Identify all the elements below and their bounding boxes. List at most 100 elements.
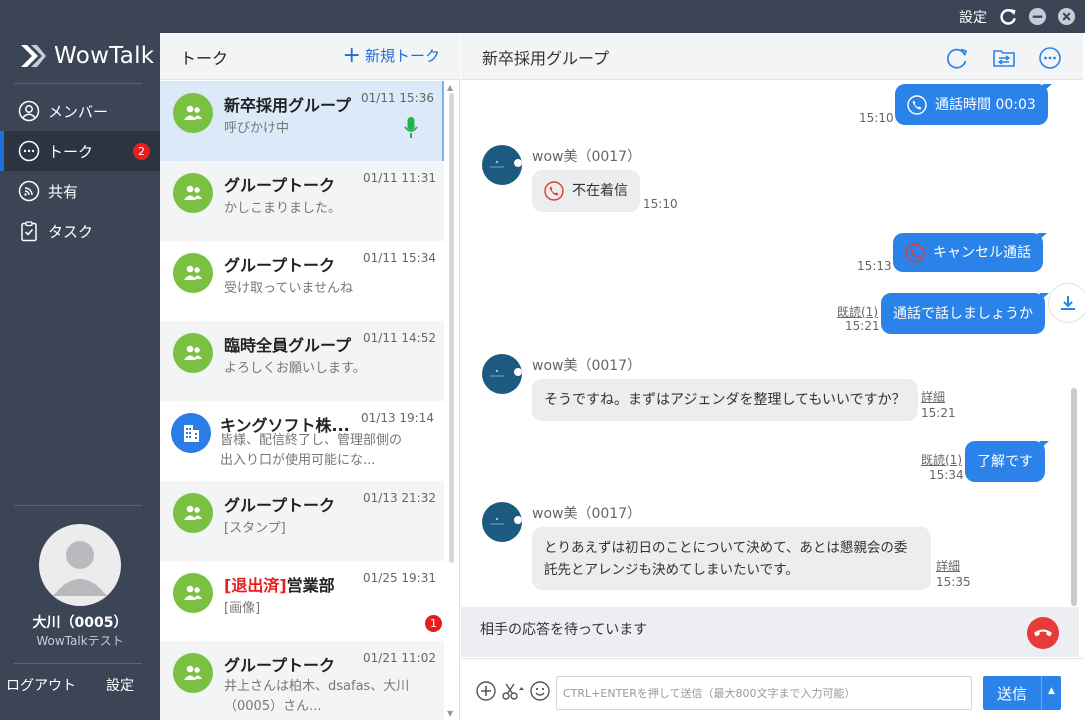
list-scrollbar[interactable] <box>449 93 454 563</box>
close-icon[interactable] <box>1057 7 1076 26</box>
refresh-icon[interactable] <box>999 7 1018 26</box>
message-bubble-outgoing[interactable]: 通話で話しましょうか <box>881 293 1049 334</box>
conversation-preview: 受け取っていませんね <box>224 281 353 296</box>
minimize-icon[interactable] <box>1028 7 1047 26</box>
conversation-preview: 呼びかけ中 <box>224 121 290 136</box>
list-header: トーク + 新規トーク <box>160 33 460 80</box>
clipboard-icon <box>21 221 37 242</box>
emoji-icon[interactable] <box>530 681 550 701</box>
conversation-time: 01/11 11:31 <box>363 171 436 185</box>
message-text: 通話時間 00:03 <box>935 96 1036 113</box>
conversation-preview: 皆様、配信終了し、管理部側の出入り口が使用可能にな... <box>220 433 403 468</box>
conversation-preview: かしこまりました。 <box>224 201 342 216</box>
download-icon <box>1061 296 1075 310</box>
conversation-time: 01/11 14:52 <box>363 331 436 345</box>
sidebar-item-talk[interactable]: トーク 2 <box>0 131 160 171</box>
new-talk-button[interactable]: + 新規トーク <box>343 44 440 66</box>
conversation-item[interactable]: グループトーク 01/21 11:02 井上さんは柏木、dsafas、大川（00… <box>160 641 444 720</box>
more-icon[interactable] <box>1038 46 1062 70</box>
title-bar: 設定 <box>0 0 1085 33</box>
conversation-item[interactable]: キングソフト株... 01/13 19:14 皆様、配信終了し、管理部側の出入り… <box>160 401 444 481</box>
refresh-icon[interactable] <box>945 46 969 70</box>
scroll-up-arrow[interactable]: ▲ <box>447 83 453 92</box>
message-bubble-incoming[interactable]: 不在着信 <box>532 170 640 212</box>
chat-bubble-icon <box>18 140 40 162</box>
conversation-item[interactable]: グループトーク 01/11 15:34 受け取っていませんね <box>160 241 444 321</box>
chat-panel: 新卒採用グループ 通話時間 00:03 15:10 wow美（0017） 不在着… <box>461 33 1085 720</box>
conversation-name: 新卒採用グループ <box>224 96 352 115</box>
message-text: とりあえずは初日のことについて決めて、あとは懇親会の委託先とアレンジも決めてしま… <box>544 539 908 578</box>
send-options-button[interactable]: ▲ <box>1041 676 1061 710</box>
scissors-icon[interactable] <box>501 681 525 701</box>
conversation-name: [退出済]営業部 <box>224 572 359 596</box>
person-icon <box>18 100 40 122</box>
send-button[interactable]: 送信 <box>983 676 1041 710</box>
conversation-item[interactable]: グループトーク 01/11 11:31 かしこまりました。 <box>160 161 444 241</box>
group-icon <box>173 493 213 533</box>
message-bubble-incoming[interactable]: とりあえずは初日のことについて決めて、あとは懇親会の委託先とアレンジも決めてしま… <box>532 527 931 590</box>
unread-badge: 2 <box>133 143 150 160</box>
conversation-item[interactable]: 臨時全員グループ 01/11 14:52 よろしくお願いします。 <box>160 321 444 401</box>
conversation-time: 01/11 15:34 <box>363 251 436 265</box>
sidebar-item-label: タスク <box>48 222 94 241</box>
microphone-icon <box>404 117 418 138</box>
conversation-name: グループトーク <box>224 176 336 195</box>
conversation-list-panel: トーク + 新規トーク 新卒採用グループ 01/11 15:36 呼びかけ中 グ… <box>160 33 460 720</box>
avatar[interactable] <box>482 354 522 394</box>
message-time: 15:13 <box>857 259 892 273</box>
sidebar-item-members[interactable]: メンバー <box>0 91 160 131</box>
logout-link[interactable]: ログアウト <box>6 675 76 695</box>
download-button[interactable] <box>1048 283 1085 323</box>
conversation-name: 臨時全員グループ <box>224 336 352 355</box>
profile-org: WowTalkテスト <box>36 634 124 648</box>
message-bubble-outgoing[interactable]: キャンセル通話 <box>893 233 1047 272</box>
detail-link[interactable]: 詳細 <box>936 557 960 574</box>
message-time: 15:34 <box>929 468 964 482</box>
message-bubble-outgoing[interactable]: 了解です <box>965 441 1049 482</box>
avatar[interactable] <box>482 145 522 185</box>
sender-name: wow美（0017） <box>532 506 642 522</box>
divider <box>14 505 142 506</box>
add-icon[interactable] <box>476 681 496 701</box>
message-time: 15:21 <box>921 406 956 420</box>
share-icon <box>18 180 40 202</box>
conversation-item[interactable]: グループトーク 01/13 21:32 [スタンプ] <box>160 481 444 561</box>
group-icon <box>173 333 213 373</box>
group-icon <box>173 573 213 613</box>
message-input[interactable] <box>556 676 972 710</box>
message-input-bar: 送信 ▲ <box>461 658 1083 720</box>
transfer-icon[interactable] <box>992 46 1016 70</box>
read-receipt[interactable]: 既読(1) <box>837 303 878 320</box>
scroll-down-arrow[interactable]: ▼ <box>447 709 453 718</box>
settings-link[interactable]: 設定 <box>106 675 134 695</box>
cancel-call-icon <box>905 242 925 263</box>
avatar[interactable] <box>39 524 121 606</box>
group-icon <box>173 93 213 133</box>
app-logo: WowTalk <box>20 41 154 71</box>
group-icon <box>173 253 213 293</box>
conversation-preview: よろしくお願いします。 <box>224 361 366 376</box>
conversation-time: 01/13 19:14 <box>361 411 434 425</box>
message-bubble-outgoing[interactable]: 通話時間 00:03 <box>895 84 1052 125</box>
detail-link[interactable]: 詳細 <box>921 388 945 405</box>
conversation-item[interactable]: 新卒採用グループ 01/11 15:36 呼びかけ中 <box>160 81 444 161</box>
sidebar-item-share[interactable]: 共有 <box>0 171 160 211</box>
conversation-name: グループトーク <box>224 656 336 675</box>
sidebar-item-label: 共有 <box>48 182 79 201</box>
conversation-time: 01/25 19:31 <box>363 571 436 585</box>
sidebar: WowTalk メンバー トーク 2 共有 タスク 大川（0005） WowTa… <box>0 33 160 720</box>
logo-text: WowTalk <box>54 43 155 69</box>
message-bubble-incoming[interactable]: そうですね。まずはアジェンダを整理してもいいですか？ <box>532 379 918 421</box>
sidebar-item-task[interactable]: タスク <box>0 211 160 251</box>
divider <box>14 663 142 664</box>
hang-up-button[interactable] <box>1027 617 1059 649</box>
message-text: 通話で話しましょうか <box>893 305 1033 322</box>
message-text: 不在着信 <box>572 183 628 199</box>
chat-scrollbar[interactable] <box>1071 388 1077 606</box>
building-icon <box>171 413 211 453</box>
conversation-item[interactable]: [退出済]営業部 01/25 19:31 [画像] 1 <box>160 561 444 641</box>
avatar[interactable] <box>482 502 522 542</box>
read-receipt[interactable]: 既読(1) <box>921 451 962 468</box>
chat-header: 新卒採用グループ <box>461 33 1083 80</box>
titlebar-settings-link[interactable]: 設定 <box>959 7 987 27</box>
